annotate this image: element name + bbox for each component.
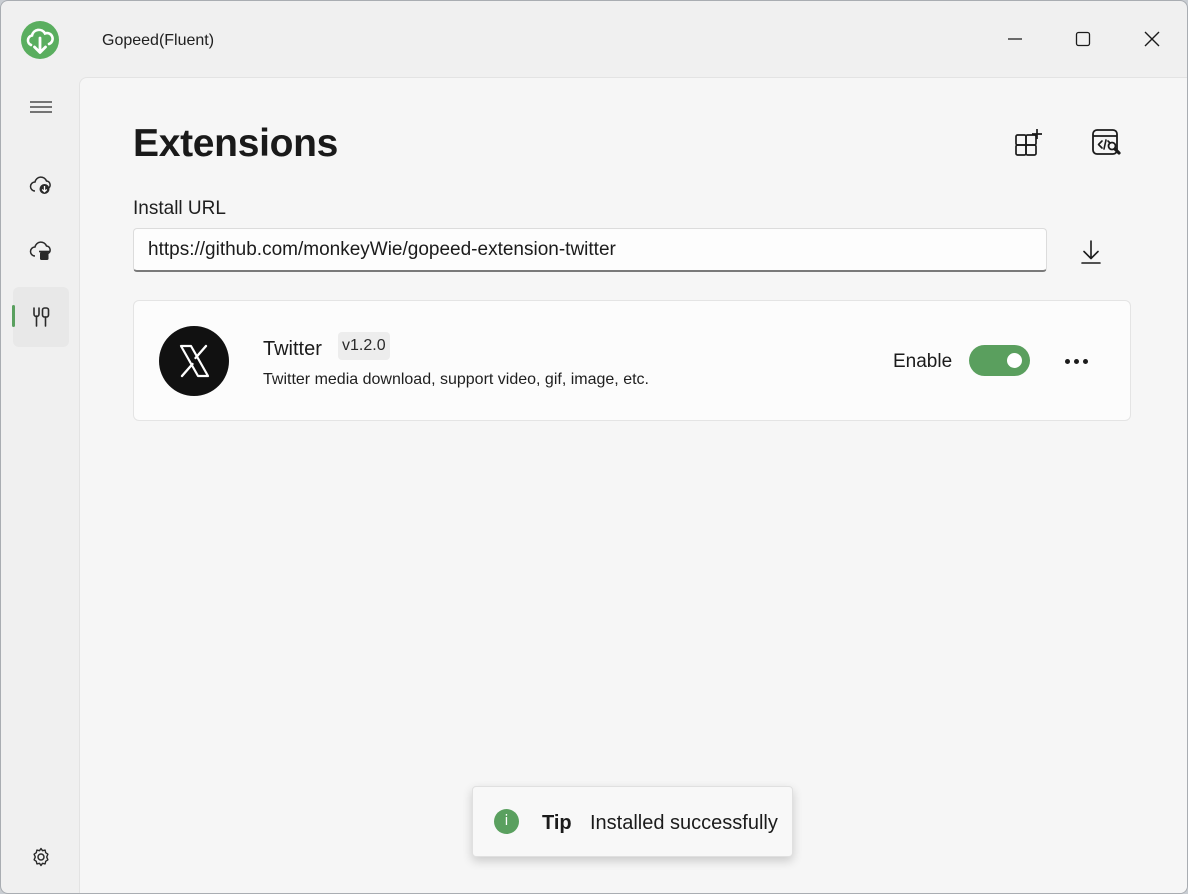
nav-item-extensions[interactable] xyxy=(12,287,69,347)
install-extension-button[interactable] xyxy=(1071,230,1111,274)
info-toast: i Tip Installed successfully xyxy=(472,786,793,857)
add-extension-button[interactable] xyxy=(1009,123,1049,163)
download-icon xyxy=(1081,240,1101,264)
extensions-page: Extensions Install URL https://github.co… xyxy=(79,77,1187,893)
menu-icon xyxy=(30,101,52,113)
toast-message: Installed successfully xyxy=(590,812,778,834)
more-options-button[interactable] xyxy=(1051,341,1101,381)
title-bar: Gopeed(Fluent) xyxy=(1,1,1187,77)
enable-label: Enable xyxy=(893,351,953,372)
more-dot-icon xyxy=(1082,358,1088,364)
close-window-button[interactable] xyxy=(1129,17,1175,61)
add-apps-icon xyxy=(1015,129,1042,156)
nav-item-done[interactable] xyxy=(13,221,69,281)
more-dot-icon xyxy=(1064,358,1070,364)
page-title: Extensions xyxy=(133,122,339,165)
side-navigation xyxy=(1,77,77,893)
active-nav-indicator xyxy=(12,305,15,327)
cloud-download-icon xyxy=(29,176,51,194)
gear-icon xyxy=(33,847,49,867)
toast-title: Tip xyxy=(542,812,572,834)
nav-item-downloading[interactable] xyxy=(13,155,69,215)
toggle-knob xyxy=(1007,353,1022,368)
extension-version-badge: v1.2.0 xyxy=(338,332,390,360)
install-url-input[interactable]: https://github.com/monkeyWie/gopeed-exte… xyxy=(133,228,1047,272)
enable-toggle[interactable] xyxy=(969,345,1030,376)
maximize-button[interactable] xyxy=(1060,17,1106,61)
close-icon xyxy=(1144,31,1160,47)
nav-item-settings[interactable] xyxy=(13,827,69,887)
menu-toggle-button[interactable] xyxy=(13,77,69,137)
minimize-icon xyxy=(1008,38,1022,40)
extension-description: Twitter media download, support video, g… xyxy=(263,371,649,388)
app-window: Gopeed(Fluent) Extensions Install URL ht… xyxy=(0,0,1188,894)
app-logo-icon xyxy=(21,21,59,59)
extension-tools-icon xyxy=(33,307,50,327)
maximize-icon xyxy=(1075,31,1091,47)
extension-name: Twitter xyxy=(263,338,322,360)
x-logo-icon xyxy=(159,326,229,396)
install-url-label: Install URL xyxy=(133,198,226,219)
cloud-delete-icon xyxy=(29,241,51,260)
code-settings-icon xyxy=(1092,129,1121,155)
info-icon: i xyxy=(494,809,519,834)
developer-tools-button[interactable] xyxy=(1087,123,1127,163)
window-title: Gopeed(Fluent) xyxy=(102,32,215,49)
minimize-button[interactable] xyxy=(992,17,1038,61)
more-dot-icon xyxy=(1073,358,1079,364)
extension-card-twitter: Twitter v1.2.0 Twitter media download, s… xyxy=(133,300,1131,421)
